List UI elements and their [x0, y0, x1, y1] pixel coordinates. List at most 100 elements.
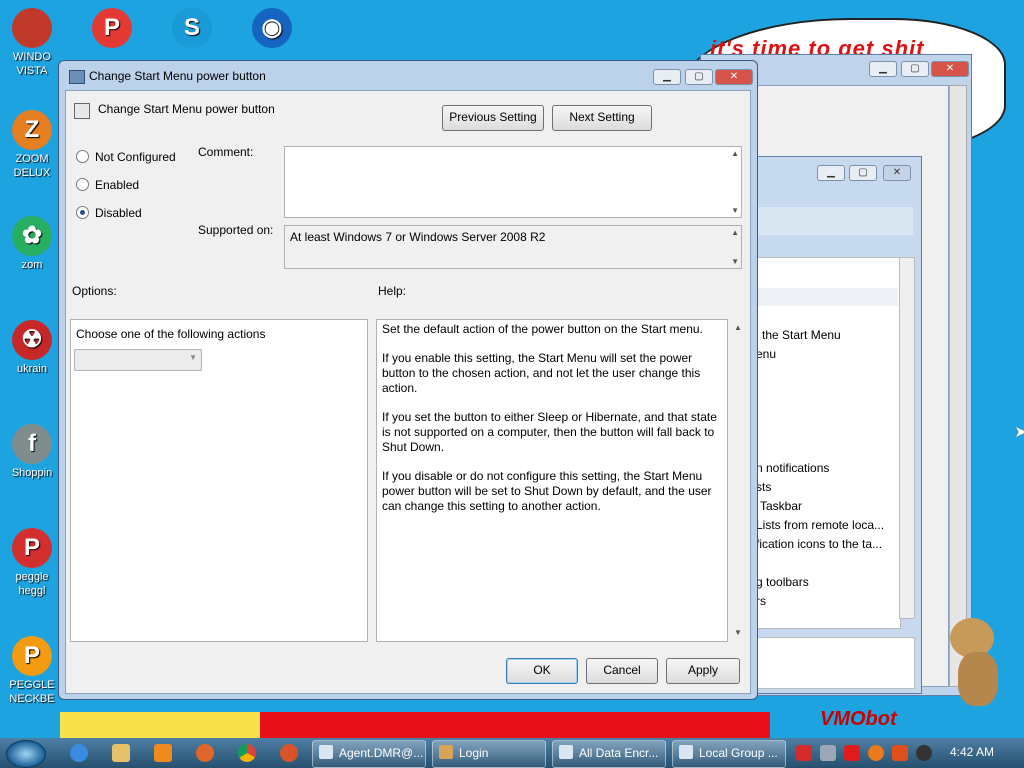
ok-button[interactable]: OK: [506, 658, 578, 684]
desktop-icon-graphic: Z: [12, 110, 52, 150]
desktop-icon[interactable]: WINDO VISTA: [6, 8, 58, 78]
radio-enabled-label: Enabled: [95, 178, 140, 192]
gp-maximize-button[interactable]: ▢: [849, 165, 877, 181]
bg-maximize-button[interactable]: ▢: [901, 61, 929, 77]
taskbar-item-local-group[interactable]: Local Group ...: [672, 740, 786, 768]
bg-window-scrollbar[interactable]: [949, 85, 967, 687]
desktop-icon-graphic: ☢: [12, 320, 52, 360]
policy-list-item[interactable]: enu: [756, 347, 776, 361]
desktop-icon-label: ZOOM DELUX: [13, 153, 51, 179]
supported-scroll-down-icon[interactable]: ▼: [731, 257, 739, 266]
next-setting-button[interactable]: Next Setting: [552, 105, 652, 131]
gp-list-area: [757, 257, 901, 629]
help-text: Set the default action of the power butt…: [377, 320, 727, 530]
desktop-icon-label: peggle heggl: [15, 571, 49, 597]
gp-status-area: [757, 637, 915, 689]
wallpaper-watermark: VMObot: [820, 708, 897, 730]
bg-close-button[interactable]: ✕: [931, 61, 969, 77]
explorer-folder-icon[interactable]: [112, 744, 130, 762]
start-button[interactable]: [6, 740, 46, 768]
options-label: Options:: [72, 284, 117, 298]
desktop-icon[interactable]: P: [86, 8, 138, 50]
policy-list-item[interactable]: n notifications: [756, 461, 829, 475]
desktop-icon-label: WINDO VISTA: [13, 51, 51, 77]
desktop-icon-label: PEGGLE NECKBE: [9, 679, 55, 705]
desktop-icon[interactable]: P PEGGLE NECKBE: [6, 636, 58, 706]
policy-dialog: Change Start Menu power button ▁ ▢ ✕ Cha…: [58, 60, 758, 700]
taskbar-item-login[interactable]: Login: [432, 740, 546, 768]
radio-not-configured-dot: [76, 150, 89, 163]
radio-not-configured[interactable]: Not Configured: [76, 150, 176, 164]
desktop-icon-graphic: [12, 8, 52, 48]
help-paragraph: If you enable this setting, the Start Me…: [382, 351, 701, 395]
radio-enabled-dot: [76, 178, 89, 191]
taskbar-item-encryption[interactable]: All Data Encr...: [552, 740, 666, 768]
desktop-icon[interactable]: ☢ ukrain: [6, 320, 58, 376]
help-paragraph: If you set the button to either Sleep or…: [382, 410, 717, 454]
desktop-icon[interactable]: ✿ zom: [6, 216, 58, 272]
desktop-mascot: [946, 616, 1006, 708]
policy-list-item[interactable]: the Start Menu: [762, 328, 841, 342]
radio-disabled[interactable]: Disabled: [76, 206, 142, 220]
desktop-icon-graphic: S: [172, 8, 212, 48]
tray-antivirus-icon[interactable]: [844, 745, 860, 761]
desktop-icon-graphic: ✿: [12, 216, 52, 256]
dialog-body: Change Start Menu power button Previous …: [65, 90, 751, 694]
desktop-icon-label: zom: [21, 259, 43, 271]
help-scroll-down-icon[interactable]: ▼: [734, 628, 742, 637]
bg-minimize-button[interactable]: ▁: [869, 61, 897, 77]
gp-list-scrollbar[interactable]: [899, 257, 915, 619]
help-panel: Set the default action of the power butt…: [376, 319, 728, 642]
media-player-icon[interactable]: [154, 744, 172, 762]
tray-volume-icon[interactable]: [892, 745, 908, 761]
help-paragraph: Set the default action of the power butt…: [382, 322, 703, 336]
dialog-close-button[interactable]: ✕: [715, 69, 753, 85]
desktop-icon[interactable]: Ppeggle heggl: [6, 528, 58, 598]
tray-shield-icon[interactable]: [868, 745, 884, 761]
chrome-icon[interactable]: [238, 744, 256, 762]
taskbar-item-agent[interactable]: Agent.DMR@...: [312, 740, 426, 768]
radio-enabled[interactable]: Enabled: [76, 178, 139, 192]
tray-update-icon[interactable]: [916, 745, 932, 761]
policy-list-item[interactable]: g toolbars: [756, 575, 809, 589]
policy-list-item[interactable]: Lists from remote loca...: [756, 518, 884, 532]
comment-scroll-up-icon[interactable]: ▲: [731, 149, 739, 158]
radio-disabled-label: Disabled: [95, 206, 142, 220]
internet-explorer-icon[interactable]: [70, 744, 88, 762]
gp-toolbar: [757, 207, 913, 235]
group-policy-window: ▁ ▢ ✕: [756, 156, 922, 694]
comment-scroll-down-icon[interactable]: ▼: [731, 206, 739, 215]
gp-close-button[interactable]: ✕: [883, 165, 911, 181]
taskbar-item-encryption-label: All Data Encr...: [579, 746, 659, 760]
policy-list-item[interactable]: sts: [756, 480, 771, 494]
desktop-icon[interactable]: ◉: [246, 8, 298, 50]
options-panel: Choose one of the following actions ▼: [70, 319, 368, 642]
gp-minimize-button[interactable]: ▁: [817, 165, 845, 181]
desktop-icon[interactable]: S: [166, 8, 218, 50]
taskbar-clock[interactable]: 4:42 AM: [950, 745, 994, 759]
desktop-icon-graphic: ◉: [252, 8, 292, 48]
desktop-icon[interactable]: Z ZOOM DELUX: [6, 110, 58, 180]
policy-list-item[interactable]: fication icons to the ta...: [756, 537, 882, 551]
apply-button[interactable]: Apply: [666, 658, 740, 684]
desktop-icon-graphic: P: [92, 8, 132, 48]
previous-setting-button[interactable]: Previous Setting: [442, 105, 544, 131]
dialog-maximize-button[interactable]: ▢: [685, 69, 713, 85]
radio-disabled-dot: [76, 206, 89, 219]
comment-field[interactable]: ▲ ▼: [284, 146, 742, 218]
desktop-icon[interactable]: f Shoppin: [6, 424, 58, 480]
tray-app-icon[interactable]: [796, 745, 812, 761]
dialog-minimize-button[interactable]: ▁: [653, 69, 681, 85]
supported-scroll-up-icon[interactable]: ▲: [731, 228, 739, 237]
policy-list-item[interactable]: Taskbar: [760, 499, 802, 513]
mascot-body: [958, 652, 998, 706]
taskbar-login-icon: [439, 745, 453, 759]
tray-network-icon[interactable]: [820, 745, 836, 761]
firefox-icon[interactable]: [280, 744, 298, 762]
desktop-icon-graphic: f: [12, 424, 52, 464]
action-dropdown[interactable]: ▼: [74, 349, 202, 371]
help-scroll-up-icon[interactable]: ▲: [734, 323, 742, 332]
cancel-button[interactable]: Cancel: [586, 658, 658, 684]
app-shortcut-icon[interactable]: [196, 744, 214, 762]
supported-on-label: Supported on:: [198, 223, 274, 237]
